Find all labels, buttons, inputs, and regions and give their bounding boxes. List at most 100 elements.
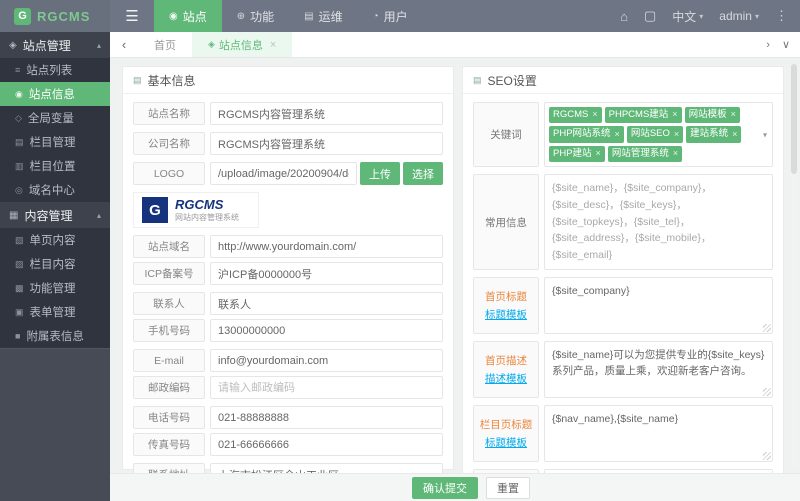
choose-button[interactable]: 选择 (403, 162, 443, 185)
sidebar-group-site-mgmt[interactable]: ◈ 站点管理 ▴ (0, 32, 110, 58)
seo-panel: ▤ SEO设置 关键词 RGCMS × PHPCMS建站 × 网站模板 × PHP网站… (462, 66, 784, 501)
sidebar-item-global-vars[interactable]: ◇ 全局变量 (0, 106, 110, 130)
form-row: 首页描述 描述模板 {$site_name}可以为您提供专业的{$site_ke… (473, 341, 773, 399)
keyword-tag[interactable]: PHPCMS建站 × (604, 107, 682, 124)
nav-item-site[interactable]: ◉ 站点 (154, 0, 222, 32)
form-footer: 确认提交 重置 (110, 473, 800, 501)
keywords-input[interactable]: RGCMS × PHPCMS建站 × 网站模板 × PHP网站系统 × 网站SEO × 建… (544, 102, 773, 168)
sidebar-item-form-mgmt[interactable]: ▣ 表单管理 (0, 300, 110, 324)
tag-icon: ◈ (208, 39, 215, 49)
brand-logo[interactable]: G RGCMS (0, 0, 110, 32)
language-label: 中文 (672, 9, 697, 24)
site-icon: ◉ (169, 10, 178, 22)
remove-tag-icon[interactable]: × (674, 129, 679, 141)
remove-tag-icon[interactable]: × (672, 109, 677, 121)
zip-code-input[interactable] (210, 376, 443, 399)
tab-site-info[interactable]: ◈ 站点信息 × (192, 32, 293, 57)
column-title-template-link[interactable]: 标题模板 (485, 435, 527, 450)
telephone-input[interactable] (210, 406, 443, 429)
caret-down-icon: ▾ (699, 11, 704, 21)
tab-home[interactable]: 首页 (138, 32, 192, 57)
sidebar-item-single-page[interactable]: ▧ 单页内容 (0, 228, 110, 252)
scrollbar[interactable] (791, 64, 797, 469)
upload-button[interactable]: 上传 (360, 162, 400, 185)
remove-tag-icon[interactable]: × (732, 129, 737, 141)
sidebar-item-column-position[interactable]: ▥ 栏目位置 (0, 154, 110, 178)
nav-item-feature[interactable]: ⊕ 功能 (222, 0, 289, 32)
close-tab-icon[interactable]: × (270, 39, 276, 51)
icp-number-input[interactable] (210, 262, 443, 285)
item-label: 功能管理 (29, 283, 76, 295)
sidebar-item-column-mgmt[interactable]: ▤ 栏目管理 (0, 130, 110, 154)
language-dropdown[interactable]: 中文 ▾ (672, 8, 703, 25)
keyword-tag[interactable]: 建站系统 × (686, 126, 742, 143)
mobile-number-input[interactable] (210, 319, 443, 342)
field-label: ICP备案号 (133, 262, 205, 285)
column-content-icon: ▨ (15, 258, 24, 269)
remove-tag-icon[interactable]: × (615, 129, 620, 141)
group-label: 站点管理 (22, 38, 71, 53)
remove-tag-icon[interactable]: × (673, 148, 678, 160)
panel-title: 基本信息 (147, 73, 196, 88)
tabs-scroll-left-icon[interactable]: ‹ (110, 32, 138, 57)
attached-table-icon: ■ (15, 331, 21, 341)
remove-tag-icon[interactable]: × (596, 148, 601, 160)
sidebar-group-content-mgmt[interactable]: ▦ 内容管理 ▴ (0, 202, 110, 228)
scrollbar-thumb[interactable] (791, 64, 797, 174)
keyword-tag[interactable]: RGCMS × (549, 107, 602, 124)
form-row: 首页标题 标题模板 {$site_company} (473, 277, 773, 335)
item-label: 栏目管理 (29, 137, 76, 149)
menu-toggle-icon[interactable]: ☰ (110, 0, 154, 32)
fullscreen-icon[interactable]: ▢ (644, 8, 656, 24)
field-label: 邮政编码 (133, 376, 205, 399)
fax-number-input[interactable] (210, 433, 443, 456)
more-icon[interactable]: ⋮ (775, 8, 788, 24)
email-input[interactable] (210, 349, 443, 372)
keyword-tag[interactable]: 网站管理系统 × (607, 145, 683, 163)
main-area: ‹ 首页 ◈ 站点信息 × › ∨ ▤ 基本信息 站点名称 RGCMS内容管理系… (110, 32, 800, 501)
keyword-tag[interactable]: 网站模板 × (684, 107, 740, 124)
panel-header: ▤ 基本信息 (123, 67, 453, 94)
contact-person-input[interactable] (210, 292, 443, 315)
remove-tag-icon[interactable]: × (731, 109, 736, 121)
submit-button[interactable]: 确认提交 (412, 476, 478, 499)
site-domain-input[interactable] (210, 235, 443, 258)
nav-item-user[interactable]: ◔ 用户 (358, 0, 423, 32)
home-title-textarea[interactable]: {$site_company} (544, 277, 773, 335)
field-label: 栏目页标题 标题模板 (473, 405, 539, 463)
tabs-scroll-right-icon[interactable]: › (766, 39, 770, 51)
item-label: 站点信息 (28, 89, 75, 101)
keyword-tag[interactable]: PHP网站系统 × (549, 126, 624, 143)
global-vars-icon: ◇ (15, 112, 22, 123)
sidebar-item-function-mgmt[interactable]: ▩ 功能管理 (0, 276, 110, 300)
keyword-tag[interactable]: 网站SEO × (626, 126, 684, 143)
keyword-tag[interactable]: PHP建站 × (549, 145, 605, 163)
site-name-input[interactable] (210, 102, 443, 125)
home-title-template-link[interactable]: 标题模板 (485, 307, 527, 322)
column-title-textarea[interactable]: {$nav_name},{$site_name} (544, 405, 773, 463)
logo-path-input[interactable] (210, 162, 357, 185)
tabs-menu-icon[interactable]: ∨ (782, 38, 790, 51)
nav-item-ops[interactable]: ▤ 运维 (289, 0, 357, 32)
form-mgmt-icon: ▣ (15, 306, 24, 317)
sidebar-item-site-list[interactable]: ≡ 站点列表 (0, 58, 110, 82)
sidebar-item-site-info[interactable]: ◉ 站点信息 (0, 82, 110, 106)
sidebar-item-domain-center[interactable]: ◎ 域名中心 (0, 178, 110, 202)
item-label: 栏目内容 (29, 259, 76, 271)
home-icon[interactable]: ⌂ (620, 9, 628, 24)
form-row: 公司名称 (133, 132, 443, 155)
panel-icon: ▤ (473, 74, 482, 85)
keywords-caret-icon[interactable]: ▾ (763, 130, 767, 139)
item-label: 单页内容 (29, 235, 76, 247)
sidebar-item-attached-table[interactable]: ■ 附属表信息 (0, 324, 110, 348)
user-dropdown[interactable]: admin ▾ (719, 9, 759, 23)
reset-button[interactable]: 重置 (486, 476, 530, 499)
form-row: 站点域名 (133, 235, 443, 258)
sidebar-item-column-content[interactable]: ▨ 栏目内容 (0, 252, 110, 276)
company-name-input[interactable] (210, 132, 443, 155)
basic-info-panel: ▤ 基本信息 站点名称 公司名称 LOGO (122, 66, 454, 486)
home-desc-template-link[interactable]: 描述模板 (485, 371, 527, 386)
home-desc-textarea[interactable]: {$site_name}可以为您提供专业的{$site_keys}系列产品，质量… (544, 341, 773, 399)
content-mgmt-icon: ▦ (9, 209, 19, 221)
remove-tag-icon[interactable]: × (592, 109, 597, 121)
